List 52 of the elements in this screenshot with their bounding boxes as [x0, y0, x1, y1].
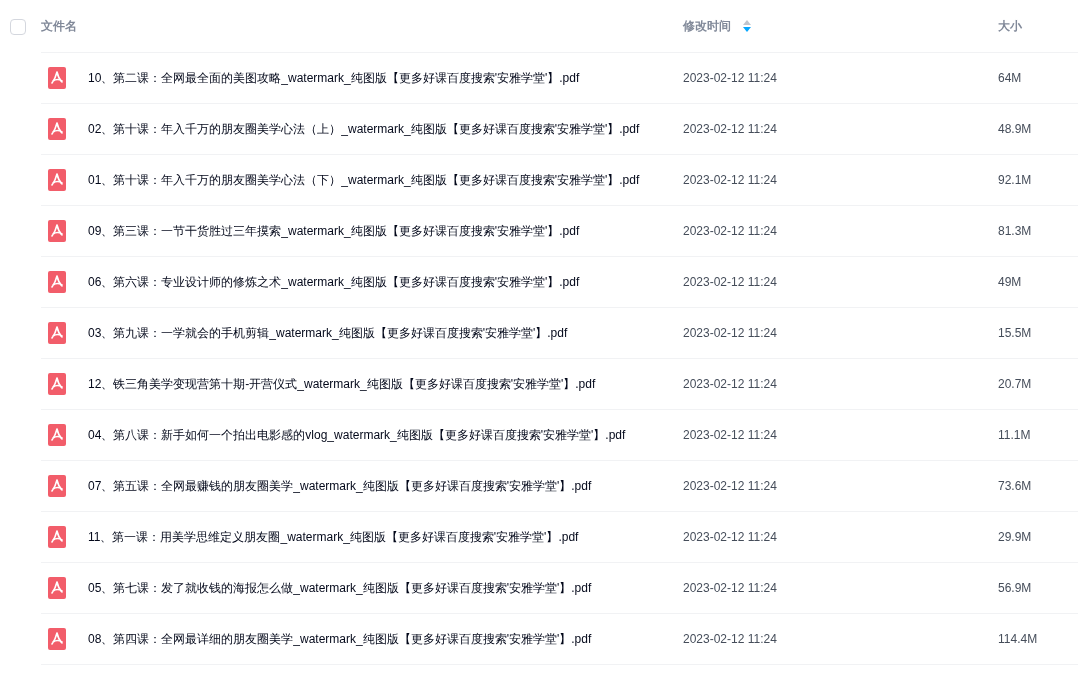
file-size: 11.1M — [998, 428, 1031, 442]
modified-time: 2023-02-12 11:24 — [683, 122, 777, 136]
file-size: 114.4M — [998, 632, 1038, 646]
pdf-file-icon — [48, 220, 66, 242]
column-header[interactable]: 文件名 — [41, 17, 77, 35]
pdf-file-icon — [48, 577, 66, 599]
file-size: 56.9M — [998, 581, 1032, 595]
pdf-file-icon — [48, 424, 66, 446]
pdf-file-icon — [48, 67, 66, 89]
modified-time: 2023-02-12 11:24 — [683, 428, 777, 442]
column-header[interactable]: 大小 — [998, 17, 1022, 35]
pdf-file-icon — [48, 526, 66, 548]
modified-time: 2023-02-12 11:24 — [683, 479, 777, 493]
file-size: 48.9M — [998, 122, 1032, 136]
pdf-file-icon — [48, 169, 66, 191]
file-name[interactable]: 10、第二课：全网最全面的美图攻略_watermark_纯图版【更多好课百度搜索'安雅学堂'】.pdf — [88, 69, 580, 87]
modified-time: 2023-02-12 11:24 — [683, 224, 777, 238]
file-name[interactable]: 02、第十课：年入千万的朋友圈美学心法（上）_watermark_纯图版【更多好课百度搜索'安雅学堂'】.pdf — [88, 120, 640, 138]
pdf-file-icon — [48, 475, 66, 497]
modified-time: 2023-02-12 11:24 — [683, 275, 777, 289]
modified-time: 2023-02-12 11:24 — [683, 632, 777, 646]
file-name[interactable]: 07、第五课：全网最赚钱的朋友圈美学_watermark_纯图版【更多好课百度搜索'安雅学堂'】.pdf — [88, 477, 592, 495]
file-name[interactable]: 06、第六课：专业设计师的修炼之术_watermark_纯图版【更多好课百度搜索'安雅学堂'】.pdf — [88, 273, 580, 291]
file-name[interactable]: 12、铁三角美学变现营第十期-开营仪式_watermark_纯图版【更多好课百度搜索'安雅学堂'】.pdf — [88, 375, 596, 393]
pdf-file-icon — [48, 271, 66, 293]
modified-time: 2023-02-12 11:24 — [683, 581, 777, 595]
pdf-file-icon — [48, 628, 66, 650]
file-name[interactable]: 09、第三课：一节干货胜过三年摸索_watermark_纯图版【更多好课百度搜索'安雅学堂'】.pdf — [88, 222, 580, 240]
pdf-file-icon — [48, 373, 66, 395]
file-size: 29.9M — [998, 530, 1032, 544]
file-name[interactable]: 03、第九课：一学就会的手机剪辑_watermark_纯图版【更多好课百度搜索'安雅学堂'】.pdf — [88, 324, 568, 342]
modified-time: 2023-02-12 11:24 — [683, 530, 777, 544]
modified-time: 2023-02-12 11:24 — [683, 326, 777, 340]
file-size: 92.1M — [998, 173, 1032, 187]
file-size: 64M — [998, 71, 1022, 85]
file-size: 49M — [998, 275, 1022, 289]
file-name[interactable]: 08、第四课：全网最详细的朋友圈美学_watermark_纯图版【更多好课百度搜索'安雅学堂'】.pdf — [88, 630, 592, 648]
file-size: 73.6M — [998, 479, 1032, 493]
pdf-file-icon — [48, 118, 66, 140]
file-name[interactable]: 01、第十课：年入千万的朋友圈美学心法（下）_watermark_纯图版【更多好课百度搜索'安雅学堂'】.pdf — [88, 171, 640, 189]
file-name[interactable]: 11、第一课：用美学思维定义朋友圈_watermark_纯图版【更多好课百度搜索'安雅学堂'】.pdf — [88, 528, 579, 546]
file-size: 15.5M — [998, 326, 1032, 340]
modified-time: 2023-02-12 11:24 — [683, 173, 777, 187]
file-name[interactable]: 04、第八课：新手如何一个拍出电影感的vlog_watermark_纯图版【更多好课百度搜索'安雅学堂'】.pdf — [88, 426, 626, 444]
file-size: 81.3M — [998, 224, 1032, 238]
modified-time: 2023-02-12 11:24 — [683, 71, 777, 85]
column-header[interactable]: 修改时间 — [683, 17, 731, 35]
file-name[interactable]: 05、第七课：发了就收钱的海报怎么做_watermark_纯图版【更多好课百度搜索'安雅学堂'】.pdf — [88, 579, 592, 597]
file-size: 20.7M — [998, 377, 1032, 391]
modified-time: 2023-02-12 11:24 — [683, 377, 777, 391]
pdf-file-icon — [48, 322, 66, 344]
checkbox[interactable] — [10, 18, 26, 35]
